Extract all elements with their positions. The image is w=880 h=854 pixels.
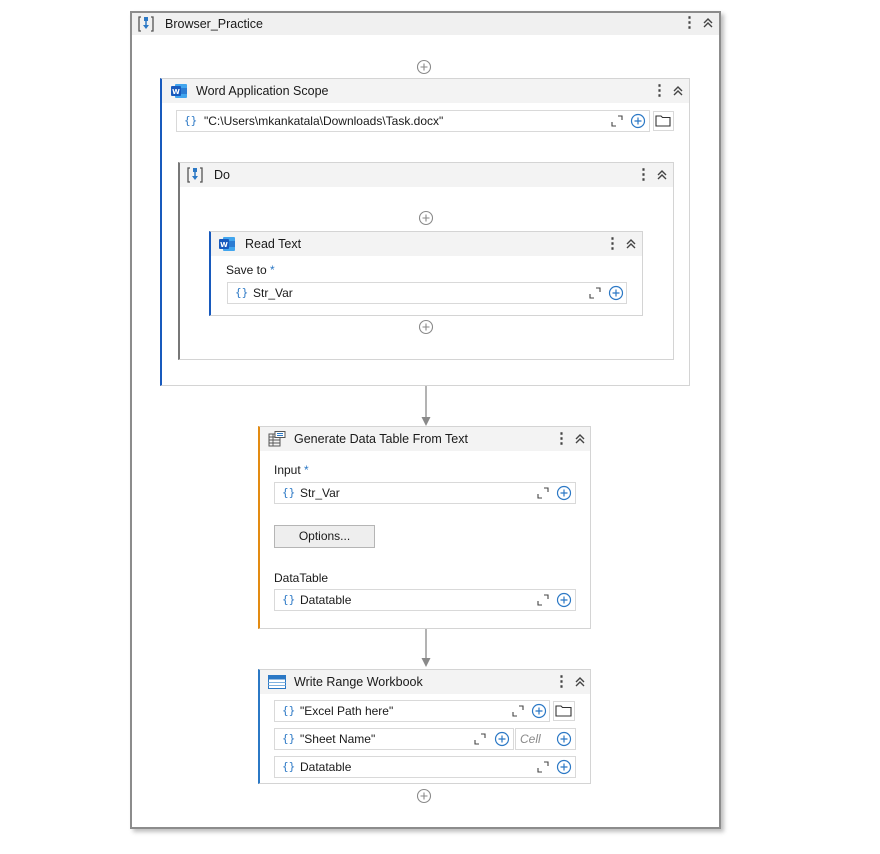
- add-circle-icon[interactable]: [531, 703, 547, 719]
- root-sequence-title: Browser_Practice: [165, 17, 263, 31]
- kebab-menu-icon[interactable]: ⋮: [554, 672, 569, 692]
- input-field[interactable]: {} Str_Var: [274, 482, 576, 504]
- add-circle-icon[interactable]: [494, 731, 510, 747]
- word-scope-header[interactable]: W Word Application Scope ⋮: [162, 79, 689, 103]
- expand-icon[interactable]: [589, 287, 601, 299]
- kebab-menu-icon[interactable]: ⋮: [554, 429, 569, 449]
- required-mark: *: [270, 263, 275, 277]
- expand-icon[interactable]: [537, 487, 549, 499]
- input-label-text: Input: [274, 463, 301, 477]
- svg-text:W: W: [220, 241, 228, 249]
- expand-icon[interactable]: [611, 115, 623, 127]
- save-to-label: Save to *: [226, 263, 275, 277]
- read-text-card[interactable]: W Read Text ⋮ Save to * {} Str_Var: [209, 231, 643, 316]
- flow-connector-arrow: [421, 629, 431, 667]
- add-circle-icon[interactable]: [418, 210, 434, 226]
- collapse-icon[interactable]: [625, 234, 639, 254]
- expand-icon[interactable]: [537, 594, 549, 606]
- input-value: Str_Var: [300, 486, 340, 500]
- word-file-path-value: "C:\Users\mkankatala\Downloads\Task.docx…: [204, 114, 444, 128]
- sequence-icon: [187, 166, 203, 187]
- expand-icon[interactable]: [537, 761, 549, 773]
- excel-path-field[interactable]: {} "Excel Path here": [274, 700, 550, 722]
- options-button[interactable]: Options...: [274, 525, 375, 548]
- expression-braces-icon: {}: [282, 760, 296, 773]
- add-circle-icon[interactable]: [416, 788, 432, 804]
- add-circle-icon[interactable]: [630, 113, 646, 129]
- cell-field[interactable]: Cell: [515, 728, 576, 750]
- generate-data-table-title: Generate Data Table From Text: [294, 432, 468, 446]
- do-header[interactable]: Do ⋮: [180, 163, 673, 187]
- sheet-name-value: "Sheet Name": [300, 732, 376, 746]
- do-sequence-card[interactable]: Do ⋮ W Read Text ⋮ Save to * {} Str_Var: [178, 162, 674, 360]
- add-circle-icon[interactable]: [556, 485, 572, 501]
- excel-range-icon: [268, 675, 286, 692]
- kebab-menu-icon[interactable]: ⋮: [636, 165, 651, 185]
- kebab-menu-icon[interactable]: ⋮: [682, 13, 697, 33]
- folder-icon[interactable]: [653, 111, 674, 131]
- excel-path-value: "Excel Path here": [300, 704, 394, 718]
- add-circle-icon[interactable]: [556, 592, 572, 608]
- save-to-text: Save to: [226, 263, 267, 277]
- add-circle-icon[interactable]: [416, 59, 432, 75]
- add-circle-icon[interactable]: [608, 285, 624, 301]
- write-datatable-field[interactable]: {} Datatable: [274, 756, 576, 778]
- kebab-menu-icon[interactable]: ⋮: [605, 234, 620, 254]
- expression-braces-icon: {}: [235, 286, 249, 299]
- datatable-icon: [268, 431, 286, 450]
- add-circle-icon[interactable]: [556, 759, 572, 775]
- collapse-icon[interactable]: [574, 429, 588, 449]
- expression-braces-icon: {}: [282, 732, 296, 745]
- kebab-menu-icon[interactable]: ⋮: [652, 81, 667, 101]
- input-label: Input *: [274, 463, 309, 477]
- do-title: Do: [214, 168, 230, 182]
- word-scope-title: Word Application Scope: [196, 84, 329, 98]
- datatable-label: DataTable: [274, 571, 329, 585]
- collapse-icon[interactable]: [574, 672, 588, 692]
- sheet-name-field[interactable]: {} "Sheet Name": [274, 728, 514, 750]
- add-circle-icon[interactable]: [418, 319, 434, 335]
- generate-data-table-header[interactable]: Generate Data Table From Text ⋮: [260, 427, 590, 451]
- word-application-scope-card[interactable]: W Word Application Scope ⋮ {} "C:\Users\…: [160, 78, 690, 386]
- flow-connector-arrow: [421, 386, 431, 426]
- collapse-icon[interactable]: [672, 81, 686, 101]
- read-text-title: Read Text: [245, 237, 302, 251]
- write-range-title: Write Range Workbook: [294, 675, 423, 689]
- word-file-path-field[interactable]: {} "C:\Users\mkankatala\Downloads\Task.d…: [176, 110, 650, 132]
- sequence-icon: [138, 15, 154, 36]
- required-mark: *: [304, 463, 309, 477]
- expand-icon[interactable]: [512, 705, 524, 717]
- expression-braces-icon: {}: [282, 486, 296, 499]
- collapse-icon[interactable]: [656, 165, 670, 185]
- root-sequence-header[interactable]: Browser_Practice ⋮: [132, 13, 719, 35]
- save-to-field[interactable]: {} Str_Var: [227, 282, 627, 304]
- datatable-output-field[interactable]: {} Datatable: [274, 589, 576, 611]
- word-icon: W: [219, 237, 235, 254]
- collapse-icon[interactable]: [702, 13, 716, 33]
- save-to-value: Str_Var: [253, 286, 293, 300]
- datatable-output-value: Datatable: [300, 593, 352, 607]
- write-range-workbook-card[interactable]: Write Range Workbook ⋮ {} "Excel Path he…: [258, 669, 591, 784]
- write-range-header[interactable]: Write Range Workbook ⋮: [260, 670, 590, 694]
- generate-data-table-card[interactable]: Generate Data Table From Text ⋮ Input * …: [258, 426, 591, 629]
- expression-braces-icon: {}: [184, 114, 198, 127]
- add-circle-icon[interactable]: [556, 731, 572, 747]
- write-datatable-value: Datatable: [300, 760, 352, 774]
- cell-placeholder: Cell: [520, 732, 541, 746]
- read-text-header[interactable]: W Read Text ⋮: [211, 232, 642, 256]
- expression-braces-icon: {}: [282, 704, 296, 717]
- expression-braces-icon: {}: [282, 593, 296, 606]
- word-icon: W: [171, 84, 187, 101]
- expand-icon[interactable]: [474, 733, 486, 745]
- folder-icon[interactable]: [553, 701, 575, 721]
- svg-text:W: W: [172, 88, 180, 96]
